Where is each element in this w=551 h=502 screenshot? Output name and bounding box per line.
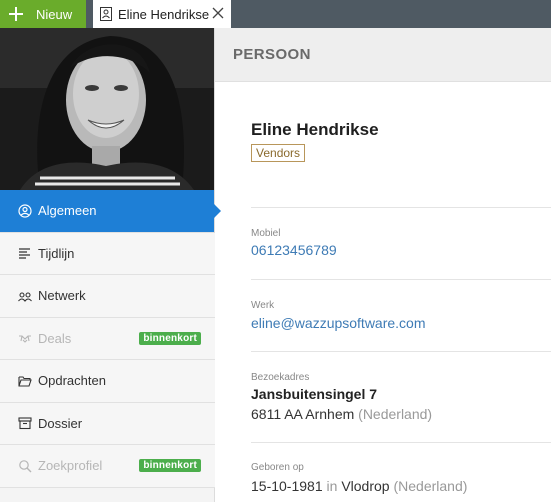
birth-label: Geboren op xyxy=(251,462,304,473)
sidebar-item-label: Tijdlijn xyxy=(38,245,75,261)
folder-open-icon xyxy=(18,376,32,387)
user-circle-icon xyxy=(18,204,32,218)
sidebar-item-tijdlijn[interactable]: Tijdlijn xyxy=(0,232,215,275)
sidebar-item-label: Deals xyxy=(38,330,72,346)
birth-place: Vlodrop xyxy=(341,478,390,494)
divider xyxy=(251,442,551,443)
tab-label: Eline Hendrikse xyxy=(118,6,210,22)
birth-date: 15-10-1981 xyxy=(251,478,323,494)
address-label: Bezoekadres xyxy=(251,372,310,383)
sidebar-item-label: Zoekprofiel xyxy=(38,458,103,474)
timeline-lines-icon xyxy=(19,248,30,259)
sidebar-item-zoekprofiel[interactable]: Zoekprofiel binnenkort xyxy=(0,445,215,488)
top-bar: Nieuw Eline Hendrikse xyxy=(0,0,551,28)
birth-line: 15-10-1981 in Vlodrop (Nederland) xyxy=(251,478,467,494)
coming-soon-badge: binnenkort xyxy=(139,459,201,472)
handshake-icon xyxy=(19,335,31,344)
address-street: Jansbuitensingel 7 xyxy=(251,386,378,402)
birth-country: (Nederland) xyxy=(393,478,468,494)
sidebar-item-deals[interactable]: Deals binnenkort xyxy=(0,317,215,360)
sidebar-item-label: Opdrachten xyxy=(38,373,106,389)
mobile-label: Mobiel xyxy=(251,228,281,239)
person-name: Eline Hendrikse xyxy=(251,120,379,139)
search-icon xyxy=(19,459,32,473)
divider xyxy=(251,207,551,208)
mobile-phone-link[interactable]: 06123456789 xyxy=(251,242,337,258)
profile-photo-image xyxy=(0,28,214,190)
work-email-link[interactable]: eline@wazzupsoftware.com xyxy=(251,315,426,331)
address-postal-city: 6811 AA Arnhem xyxy=(251,406,355,422)
sidebar-item-label: Dossier xyxy=(38,415,83,431)
sidebar: Algemeen Tijdlijn Netwerk Deals binnenko… xyxy=(0,28,221,502)
birth-in: in xyxy=(326,478,338,494)
profile-photo xyxy=(0,28,214,190)
coming-soon-badge: binnenkort xyxy=(139,331,201,345)
sidebar-item-opdrachten[interactable]: Opdrachten xyxy=(0,360,215,403)
relation-tag[interactable]: Vendors xyxy=(251,144,306,162)
divider xyxy=(251,351,551,352)
address-country: (Nederland) xyxy=(358,406,433,422)
close-icon[interactable] xyxy=(212,7,224,19)
sidebar-item-label: Algemeen xyxy=(38,203,97,219)
tab-person[interactable]: Eline Hendrikse xyxy=(93,0,231,28)
archive-box-icon xyxy=(18,417,32,430)
contact-card-icon xyxy=(100,7,112,21)
sidebar-item-algemeen[interactable]: Algemeen xyxy=(0,190,221,233)
plus-icon xyxy=(8,6,24,22)
new-button-label: Nieuw xyxy=(36,6,73,22)
sidebar-nav: Algemeen Tijdlijn Netwerk Deals binnenko… xyxy=(0,190,221,488)
new-button[interactable]: Nieuw xyxy=(0,0,86,28)
work-label: Werk xyxy=(251,300,275,311)
divider xyxy=(251,279,551,280)
network-people-icon xyxy=(18,292,32,302)
page-title: PERSOON xyxy=(233,46,311,63)
sidebar-item-netwerk[interactable]: Netwerk xyxy=(0,275,215,318)
address-city-line: 6811 AA Arnhem (Nederland) xyxy=(251,406,432,422)
sidebar-item-label: Netwerk xyxy=(38,288,86,304)
sidebar-item-dossier[interactable]: Dossier xyxy=(0,402,215,445)
page-header: PERSOON xyxy=(215,28,551,82)
